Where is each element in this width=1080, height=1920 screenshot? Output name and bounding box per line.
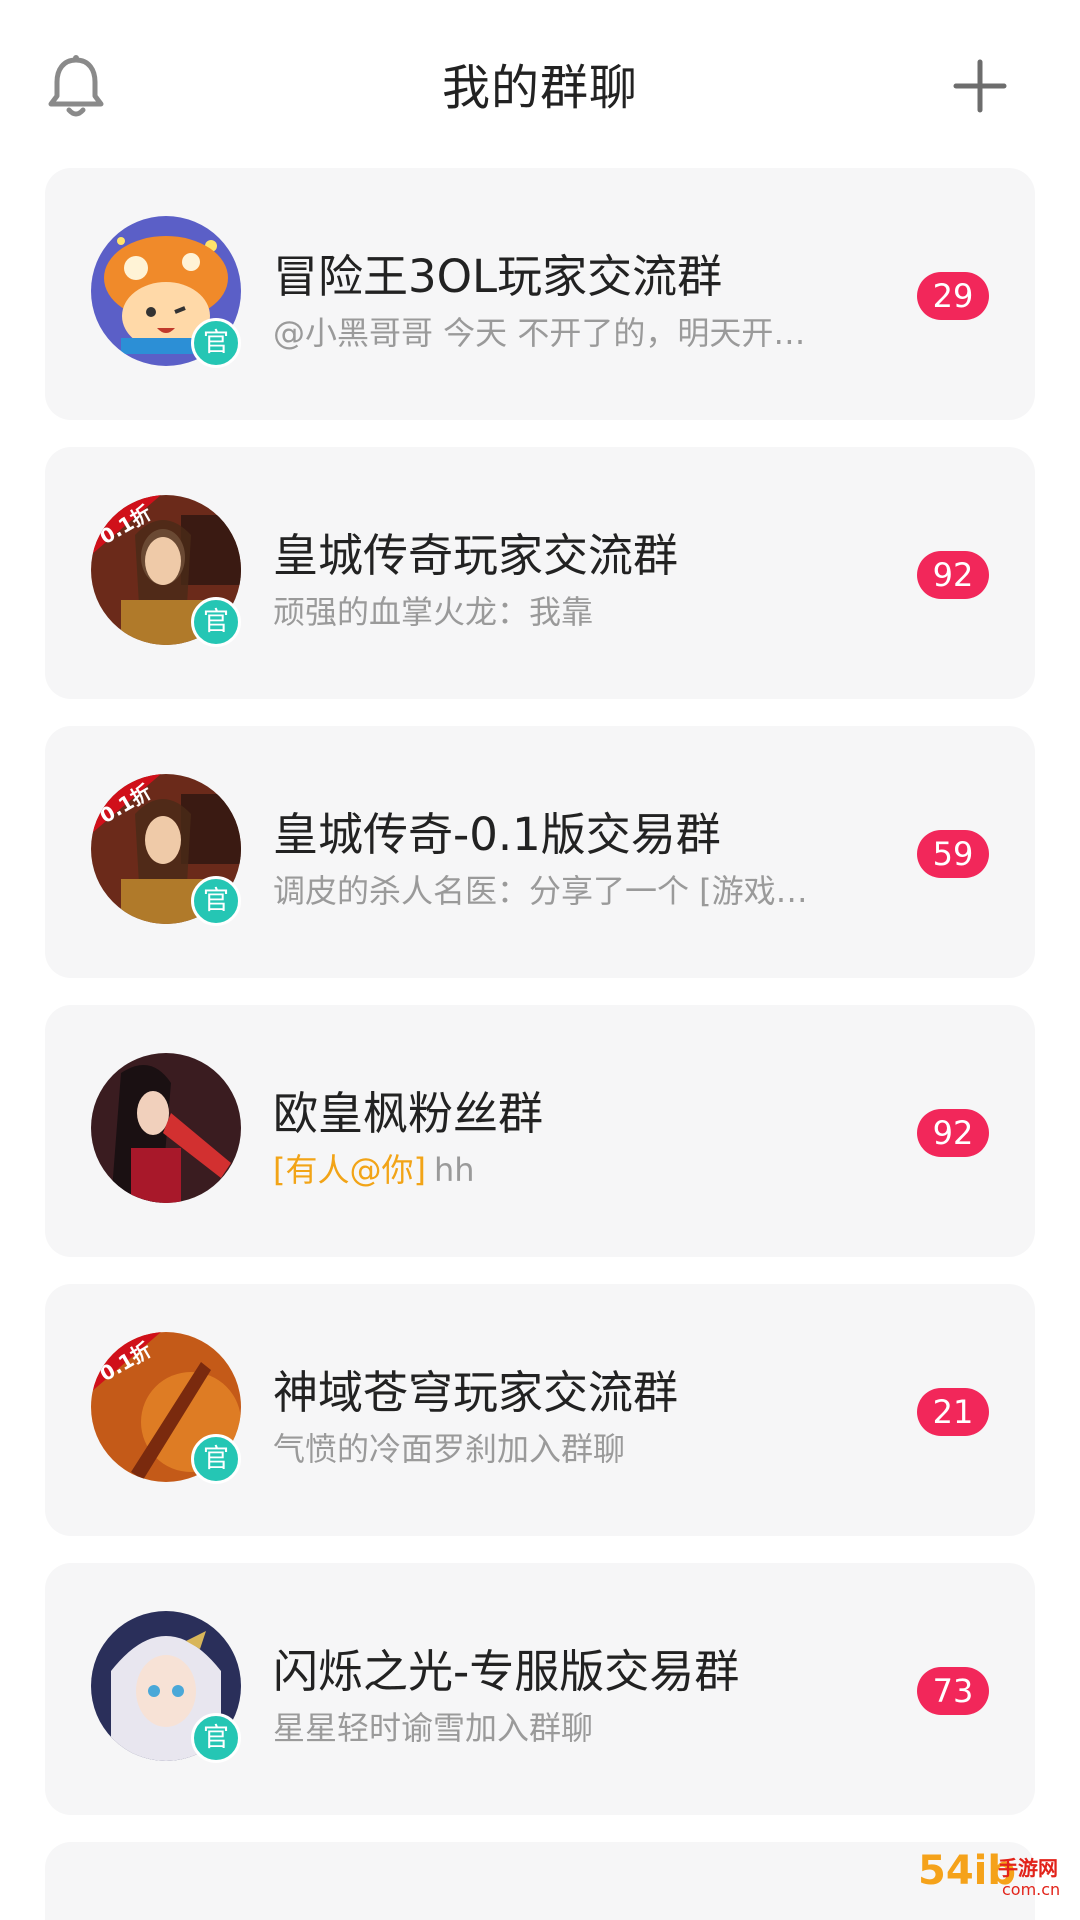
official-badge: 官 [191, 597, 241, 647]
unread-count-badge: 29 [917, 272, 989, 320]
last-message-text: @小黑哥哥 今天 不开了的，明天开… [273, 314, 806, 352]
watermark-logo: 54ib 手游网 com.cn [918, 1848, 1068, 1912]
last-message-text: hh [433, 1151, 475, 1189]
plus-icon [953, 59, 1007, 113]
page-title: 我的群聊 [441, 60, 638, 116]
unread-count-badge: 21 [917, 1388, 989, 1436]
last-message: 星星轻时谕雪加入群聊 [273, 1703, 913, 1749]
last-message-text: 气愤的冷面罗刹加入群聊 [273, 1430, 626, 1468]
avatar-wrap: 官 [91, 216, 241, 368]
mention-tag: [有人@你] [273, 1151, 426, 1189]
add-group-button[interactable] [952, 58, 1008, 114]
last-message: 调皮的杀人名医：分享了一个 [游戏… [273, 866, 913, 912]
group-name: 闪烁之光-专服版交易群 [273, 1645, 740, 1698]
unread-count-badge: 92 [917, 551, 989, 599]
group-card-ouhuangfeng[interactable]: 欧皇枫粉丝群 [有人@你] hh 92 [45, 1005, 1035, 1257]
group-name: 神域苍穹玩家交流群 [273, 1366, 679, 1419]
watermark-side: 手游网 [998, 1856, 1058, 1880]
official-badge: 官 [191, 1713, 241, 1763]
official-badge: 官 [191, 318, 241, 368]
last-message-text: 星星轻时谕雪加入群聊 [273, 1709, 594, 1747]
official-badge: 官 [191, 1434, 241, 1484]
unread-count-badge: 59 [917, 830, 989, 878]
unread-count-badge: 73 [917, 1667, 989, 1715]
avatar-wrap: 0.1折 官 [91, 1332, 241, 1484]
group-card-shenyu[interactable]: 0.1折 官 神域苍穹玩家交流群 气愤的冷面罗刹加入群聊 21 [45, 1284, 1035, 1536]
last-message: @小黑哥哥 今天 不开了的，明天开… [273, 308, 913, 354]
avatar-wrap: 官 [91, 1611, 241, 1763]
group-card-partial[interactable] [45, 1842, 1035, 1920]
official-badge: 官 [191, 876, 241, 926]
last-message: 气愤的冷面罗刹加入群聊 [273, 1424, 913, 1470]
heroine-avatar-icon [91, 1053, 241, 1203]
last-message-text: 顽强的血掌火龙：我靠 [273, 593, 594, 631]
last-message-text: 调皮的杀人名医：分享了一个 [游戏… [273, 872, 808, 910]
last-message: 顽强的血掌火龙：我靠 [273, 587, 913, 633]
group-name: 皇城传奇-0.1版交易群 [273, 808, 721, 861]
group-name: 皇城传奇玩家交流群 [273, 529, 679, 582]
group-card-maoxianwang[interactable]: 官 冒险王3OL玩家交流群 @小黑哥哥 今天 不开了的，明天开… 29 [45, 168, 1035, 420]
avatar-wrap: 0.1折 官 [91, 774, 241, 926]
watermark-domain: com.cn [1002, 1880, 1061, 1899]
group-name: 冒险王3OL玩家交流群 [273, 250, 723, 303]
last-message: [有人@你] hh [273, 1145, 913, 1191]
avatar [91, 1053, 241, 1203]
unread-count-badge: 92 [917, 1109, 989, 1157]
group-card-huangcheng[interactable]: 0.1折 官 皇城传奇玩家交流群 顽强的血掌火龙：我靠 92 [45, 447, 1035, 699]
group-name: 欧皇枫粉丝群 [273, 1087, 544, 1140]
avatar-wrap: 0.1折 官 [91, 495, 241, 647]
top-bar: 我的群聊 [0, 0, 1080, 166]
group-card-huangcheng-trade[interactable]: 0.1折 官 皇城传奇-0.1版交易群 调皮的杀人名医：分享了一个 [游戏… 5… [45, 726, 1035, 978]
group-chat-page: 我的群聊 官 冒险王3OL玩家交流群 @小黑哥哥 今天 不开了的，明天开… 29… [0, 0, 1080, 1920]
group-card-shanshuo[interactable]: 官 闪烁之光-专服版交易群 星星轻时谕雪加入群聊 73 [45, 1563, 1035, 1815]
avatar-wrap [91, 1053, 241, 1203]
